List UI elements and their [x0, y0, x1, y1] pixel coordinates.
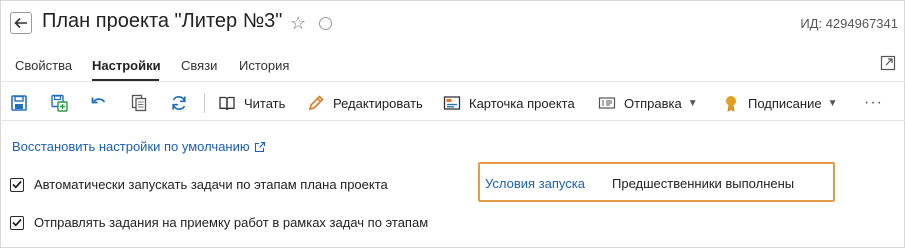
project-card-button-label: Карточка проекта	[469, 95, 575, 111]
send-acceptance-label: Отправлять задания на приемку работ в ра…	[34, 215, 429, 230]
read-button[interactable]: Читать	[218, 93, 285, 113]
restore-defaults-label: Восстановить настройки по умолчанию	[12, 139, 250, 154]
external-link-icon	[254, 141, 265, 153]
page-title: План проекта "Литер №3"	[42, 10, 283, 32]
back-button[interactable]	[10, 12, 32, 34]
tab-links[interactable]: Связи	[181, 58, 217, 73]
send-acceptance-checkbox[interactable]	[10, 215, 24, 230]
send-acceptance-tasks-option[interactable]: Отправлять задания на приемку работ в ра…	[10, 215, 428, 230]
tab-properties[interactable]: Свойства	[15, 58, 72, 73]
auto-start-label: Автоматически запускать задачи по этапам…	[34, 177, 388, 192]
launch-conditions-link[interactable]: Условия запуска	[485, 176, 585, 191]
signing-dropdown-label: Подписание	[748, 95, 822, 111]
undo-icon[interactable]	[90, 94, 108, 112]
toolbar-separator	[204, 93, 205, 113]
tab-history[interactable]: История	[239, 58, 289, 73]
restore-defaults-link[interactable]: Восстановить настройки по умолчанию	[12, 139, 266, 154]
object-id-label: ИД: 4294967341	[800, 16, 898, 31]
pencil-icon	[308, 95, 324, 111]
arrow-left-icon	[14, 17, 27, 29]
signing-dropdown-button[interactable]: Подписание ▼	[722, 93, 837, 113]
project-card-button[interactable]: Карточка проекта	[443, 93, 575, 113]
toolbar-divider	[0, 120, 905, 121]
card-icon	[443, 96, 461, 110]
edit-button[interactable]: Редактировать	[307, 93, 423, 113]
window-frame	[0, 0, 905, 248]
more-actions-button[interactable]: ···	[864, 94, 883, 112]
send-dropdown-button[interactable]: Отправка ▼	[598, 93, 698, 113]
refresh-icon[interactable]	[170, 94, 188, 112]
save-as-icon[interactable]	[50, 94, 68, 112]
launch-conditions-value: Предшественники выполнены	[612, 176, 795, 191]
checkmark-icon	[12, 180, 22, 189]
copy-icon[interactable]	[130, 94, 148, 112]
send-dropdown-label: Отправка	[624, 95, 682, 111]
send-list-icon	[598, 97, 616, 109]
save-icon[interactable]	[10, 94, 28, 112]
auto-start-checkbox[interactable]	[10, 177, 24, 192]
open-in-new-window-icon[interactable]	[880, 55, 896, 71]
favorite-star-icon[interactable]: ☆	[290, 12, 306, 34]
read-button-label: Читать	[244, 95, 286, 111]
chevron-down-icon: ▼	[827, 97, 838, 109]
chevron-down-icon: ▼	[687, 97, 698, 109]
tabs-divider	[0, 81, 905, 82]
checkmark-icon	[12, 218, 22, 227]
auto-start-tasks-option[interactable]: Автоматически запускать задачи по этапам…	[10, 177, 388, 192]
medal-icon	[726, 96, 736, 112]
book-icon	[219, 96, 235, 111]
tab-settings[interactable]: Настройки	[92, 58, 161, 73]
status-circle-icon[interactable]	[319, 17, 332, 30]
edit-button-label: Редактировать	[333, 95, 423, 111]
